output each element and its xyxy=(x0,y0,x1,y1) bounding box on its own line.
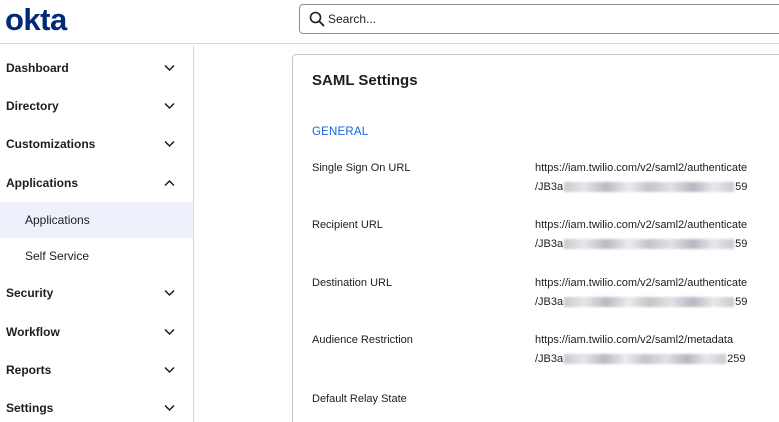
field-value-recipient-url: https://iam.twilio.com/v2/saml2/authenti… xyxy=(535,216,747,254)
value-line-redacted: /JB3a 259 xyxy=(535,350,746,369)
field-label-recipient-url: Recipient URL xyxy=(312,219,383,231)
value-prefix: /JB3a xyxy=(535,353,564,365)
top-bar: okta xyxy=(0,0,779,44)
saml-settings-card: SAML Settings GENERAL Single Sign On URL… xyxy=(292,54,779,422)
chevron-down-icon xyxy=(164,366,175,374)
sidebar-item-label: Security xyxy=(6,286,54,300)
sidebar-subitem-label: Self Service xyxy=(25,249,90,263)
sidebar-item-applications[interactable]: Applications xyxy=(0,164,193,202)
field-label-audience-restriction: Audience Restriction xyxy=(312,334,413,346)
section-heading-general: GENERAL xyxy=(312,126,369,138)
field-label-destination-url: Destination URL xyxy=(312,277,393,289)
sidebar-item-dashboard[interactable]: Dashboard xyxy=(0,49,193,87)
sidebar-item-settings[interactable]: Settings xyxy=(0,389,193,422)
chevron-down-icon xyxy=(164,140,175,148)
value-suffix: 59 xyxy=(735,296,748,308)
value-suffix: 259 xyxy=(727,353,746,365)
sidebar-item-directory[interactable]: Directory xyxy=(0,87,193,125)
sidebar-item-label: Directory xyxy=(6,99,59,113)
sidebar-item-label: Dashboard xyxy=(6,61,69,75)
value-prefix: /JB3a xyxy=(535,238,564,250)
sidebar-item-label: Workflow xyxy=(6,325,60,339)
sidebar-item-workflow[interactable]: Workflow xyxy=(0,313,193,351)
sidebar-item-label: Applications xyxy=(6,176,79,190)
redacted-text xyxy=(564,239,735,250)
value-prefix: /JB3a xyxy=(535,296,564,308)
search-input[interactable] xyxy=(328,5,768,33)
value-line-redacted: /JB3a 59 xyxy=(535,178,747,197)
value-line: https://iam.twilio.com/v2/saml2/authenti… xyxy=(535,162,748,174)
sidebar-item-reports[interactable]: Reports xyxy=(0,351,193,389)
value-prefix: /JB3a xyxy=(535,181,564,193)
sidebar-item-security[interactable]: Security xyxy=(0,274,193,312)
redacted-text xyxy=(564,354,727,365)
main-content: SAML Settings GENERAL Single Sign On URL… xyxy=(194,45,779,422)
value-suffix: 59 xyxy=(735,238,748,250)
field-value-destination-url: https://iam.twilio.com/v2/saml2/authenti… xyxy=(535,274,747,312)
sidebar-subitem-applications[interactable]: Applications xyxy=(0,202,193,238)
chevron-down-icon xyxy=(164,289,175,297)
value-line-redacted: /JB3a 59 xyxy=(535,293,747,312)
sidebar-subitem-label: Applications xyxy=(25,213,90,227)
search-box[interactable] xyxy=(299,4,779,34)
value-line-redacted: /JB3a 59 xyxy=(535,235,747,254)
field-value-audience-restriction: https://iam.twilio.com/v2/saml2/metadata… xyxy=(535,331,746,369)
sidebar-item-label: Settings xyxy=(6,401,54,415)
sidebar-subitem-self-service[interactable]: Self Service xyxy=(0,238,193,274)
sidebar-item-label: Reports xyxy=(6,363,52,377)
value-line: https://iam.twilio.com/v2/saml2/metadata xyxy=(535,334,734,346)
value-line: https://iam.twilio.com/v2/saml2/authenti… xyxy=(535,219,748,231)
redacted-text xyxy=(564,182,735,193)
okta-logo[interactable]: okta xyxy=(5,2,67,38)
value-line: https://iam.twilio.com/v2/saml2/authenti… xyxy=(535,277,748,289)
sidebar: Dashboard Directory Customizations Appli… xyxy=(0,45,194,422)
sidebar-item-customizations[interactable]: Customizations xyxy=(0,125,193,163)
value-suffix: 59 xyxy=(735,181,748,193)
search-icon xyxy=(309,11,325,27)
field-label-sso-url: Single Sign On URL xyxy=(312,162,411,174)
card-title: SAML Settings xyxy=(312,72,418,89)
chevron-down-icon xyxy=(164,404,175,412)
chevron-down-icon xyxy=(164,102,175,110)
chevron-down-icon xyxy=(164,328,175,336)
chevron-up-icon xyxy=(164,179,175,187)
chevron-down-icon xyxy=(164,64,175,72)
sidebar-item-label: Customizations xyxy=(6,137,96,151)
redacted-text xyxy=(564,297,735,308)
field-label-default-relay-state: Default Relay State xyxy=(312,393,407,405)
field-value-sso-url: https://iam.twilio.com/v2/saml2/authenti… xyxy=(535,159,747,197)
